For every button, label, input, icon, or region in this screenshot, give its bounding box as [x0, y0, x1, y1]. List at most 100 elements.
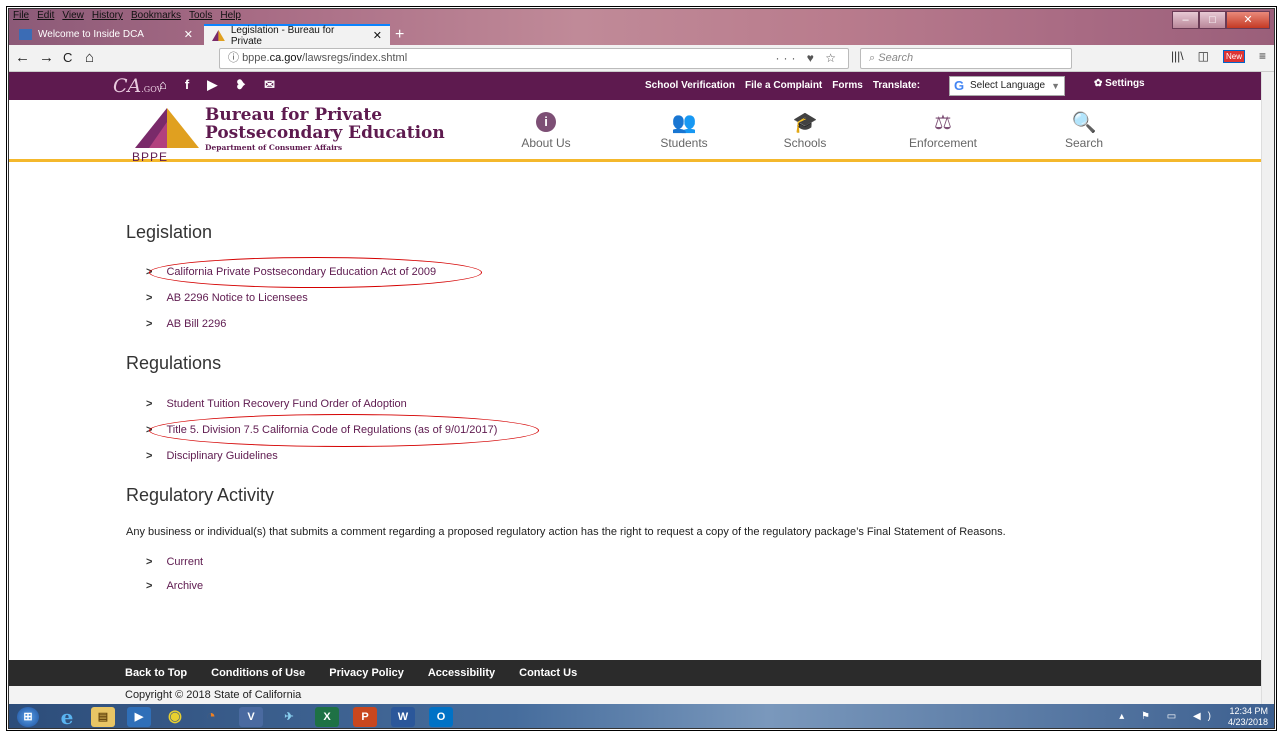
home-icon[interactable]: ⌂ — [85, 49, 94, 67]
nav-schools[interactable]: 🎓 Schools — [760, 108, 850, 151]
close-tab-icon[interactable]: ✕ — [184, 28, 193, 41]
info-icon: i — [536, 108, 556, 136]
page-scrollbar[interactable] — [1261, 72, 1274, 704]
menu-view[interactable]: View — [62, 10, 84, 23]
link-text: Student Tuition Recovery Fund Order of A… — [166, 398, 407, 410]
new-tab-button[interactable]: + — [395, 24, 404, 45]
nav-about-us[interactable]: i About Us — [501, 108, 591, 150]
link-archive[interactable]: > Archive — [146, 580, 203, 592]
info-icon[interactable]: ⓘ — [228, 52, 239, 64]
red-annotation-oval — [149, 257, 482, 288]
firefox-icon[interactable]: ◔ — [199, 707, 223, 727]
accessibility-link[interactable]: Accessibility — [428, 667, 495, 679]
settings-label: Settings — [1105, 78, 1145, 89]
settings-button[interactable]: ✿ Settings — [1094, 78, 1145, 89]
translate-label: Translate: — [872, 80, 921, 91]
file-explorer-icon[interactable]: ▤ — [91, 707, 115, 727]
site-header: BPPE Bureau for Private Postsecondary Ed… — [9, 100, 1263, 164]
link-ab-bill-2296[interactable]: > AB Bill 2296 — [146, 318, 226, 330]
nav-label: Enforcement — [908, 136, 978, 150]
regulatory-activity-heading: Regulatory Activity — [126, 485, 275, 505]
sidebar-icon[interactable]: ◫ — [1198, 49, 1209, 63]
nav-label: Students — [660, 136, 708, 150]
copyright-text: Copyright © 2018 State of California — [9, 686, 1263, 704]
forward-arrow-icon[interactable]: → — [39, 49, 54, 67]
window-controls: – □ ✕ — [1172, 11, 1270, 29]
url-bar[interactable]: ⓘ bppe.ca.gov/lawsregs/index.shtml ··· ♥… — [219, 48, 849, 69]
close-window-button[interactable]: ✕ — [1226, 11, 1270, 29]
ca-logo-text: CA — [113, 75, 142, 97]
tab-welcome-dca[interactable]: Welcome to Inside DCA ✕ — [11, 24, 201, 45]
link-current[interactable]: > Current — [146, 556, 203, 568]
home-icon[interactable]: ⌂ — [159, 77, 167, 93]
file-complaint-link[interactable]: File a Complaint — [745, 80, 822, 91]
bppe-acronym: BPPE — [132, 150, 169, 164]
send-icon[interactable]: ✈ — [277, 707, 301, 727]
clock-date: 4/23/2018 — [1227, 717, 1268, 727]
screen: File Edit View History Bookmarks Tools H… — [8, 8, 1275, 729]
bppe-logo-icon[interactable] — [135, 108, 199, 148]
reload-icon[interactable]: C — [63, 49, 72, 67]
chevron-right-icon: > — [146, 292, 153, 304]
contact-us-link[interactable]: Contact Us — [519, 667, 577, 679]
close-tab-icon[interactable]: ✕ — [373, 29, 382, 42]
org-name[interactable]: Bureau for Private Postsecondary Educati… — [205, 106, 445, 152]
menu-file[interactable]: File — [13, 10, 29, 23]
browser-titlebar: File Edit View History Bookmarks Tools H… — [9, 9, 1274, 47]
page-actions-icon[interactable]: ··· ♥ ☆ — [775, 49, 840, 68]
new-badge-icon[interactable]: New — [1222, 49, 1245, 63]
link-ab2296-notice[interactable]: > AB 2296 Notice to Licensees — [146, 292, 308, 304]
excel-icon[interactable]: X — [315, 707, 339, 727]
chrome-icon[interactable]: ◉ — [163, 707, 187, 727]
dca-favicon-icon — [19, 29, 32, 40]
system-clock[interactable]: 12:34 PM 4/23/2018 — [1228, 706, 1268, 728]
menu-history[interactable]: History — [92, 10, 123, 23]
facebook-icon[interactable]: f — [185, 77, 189, 93]
site-footer: Back to Top Conditions of Use Privacy Po… — [9, 660, 1263, 686]
menu-edit[interactable]: Edit — [37, 10, 54, 23]
ca-gov-logo[interactable]: CA.GOV — [113, 75, 162, 97]
language-select[interactable]: G Select Language ▼ — [949, 76, 1065, 96]
tab-legislation[interactable]: Legislation - Bureau for Private ✕ — [204, 24, 390, 47]
internet-explorer-icon[interactable]: e — [55, 707, 79, 727]
nav-search[interactable]: 🔍 Search — [1039, 108, 1129, 151]
link-text: Current — [166, 556, 204, 568]
powerpoint-icon[interactable]: P — [353, 707, 377, 727]
org-name-line2: Postsecondary Education — [205, 123, 445, 143]
word-icon[interactable]: W — [391, 707, 415, 727]
users-icon: 👥 — [671, 111, 697, 134]
system-tray-icons[interactable]: ▴ ⚑ ▭ ◀) — [1119, 711, 1218, 722]
nav-enforcement[interactable]: ⚖ Enforcement — [898, 108, 988, 151]
utility-header: CA.GOV ⌂ f ▶ ❥ ✉ School Verification Fil… — [9, 72, 1263, 100]
hamburger-menu-icon[interactable]: ≡ — [1259, 49, 1266, 63]
search-icon: ⌕ — [869, 52, 876, 64]
visio-icon[interactable]: V — [239, 707, 263, 727]
link-disciplinary-guidelines[interactable]: > Disciplinary Guidelines — [146, 450, 278, 462]
browser-search-input[interactable]: ⌕ Search — [860, 48, 1072, 69]
start-button[interactable]: ⊞ — [17, 707, 39, 727]
minimize-button[interactable]: – — [1172, 11, 1199, 29]
chevron-right-icon: > — [146, 318, 153, 330]
link-strf-order[interactable]: > Student Tuition Recovery Fund Order of … — [146, 398, 407, 410]
graduation-cap-icon: 🎓 — [792, 111, 818, 134]
twitter-icon[interactable]: ❥ — [235, 77, 246, 93]
forms-link[interactable]: Forms — [832, 80, 863, 91]
menu-bookmarks[interactable]: Bookmarks — [131, 10, 181, 23]
back-to-top-link[interactable]: Back to Top — [125, 667, 187, 679]
social-links: ⌂ f ▶ ❥ ✉ — [159, 77, 275, 93]
email-icon[interactable]: ✉ — [264, 77, 275, 93]
menu-tools[interactable]: Tools — [189, 10, 212, 23]
back-arrow-icon[interactable]: ← — [15, 49, 30, 67]
outlook-icon[interactable]: O — [429, 707, 453, 727]
privacy-policy-link[interactable]: Privacy Policy — [329, 667, 404, 679]
nav-students[interactable]: 👥 Students — [639, 108, 729, 151]
school-verification-link[interactable]: School Verification — [645, 80, 735, 91]
library-icon[interactable]: |||\ — [1171, 49, 1184, 63]
youtube-icon[interactable]: ▶ — [207, 77, 217, 93]
chevron-right-icon: > — [146, 398, 153, 410]
media-player-icon[interactable]: ▶ — [127, 707, 151, 727]
conditions-of-use-link[interactable]: Conditions of Use — [211, 667, 305, 679]
menu-help[interactable]: Help — [220, 10, 241, 23]
maximize-button[interactable]: □ — [1199, 11, 1226, 29]
utility-links: School Verification File a Complaint For… — [645, 80, 920, 91]
